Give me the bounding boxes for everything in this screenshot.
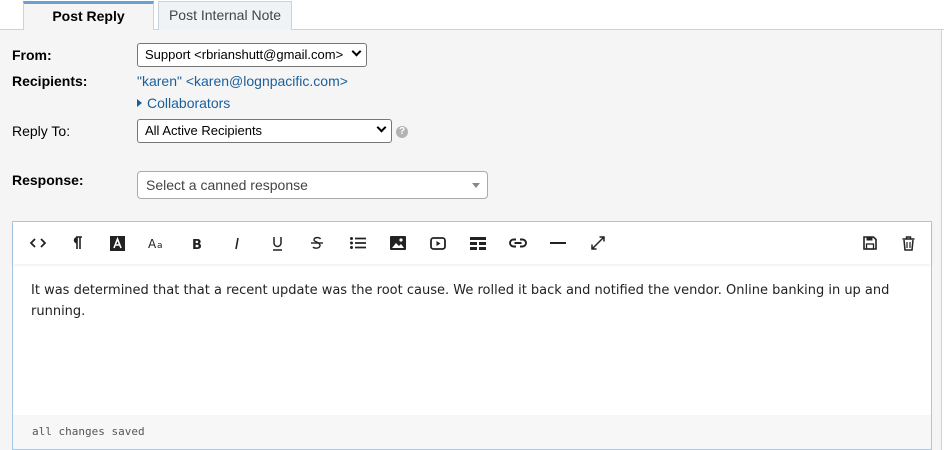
svg-text:B: B [192,238,202,250]
bulleted-list-icon[interactable] [346,232,370,254]
caret-right-icon [137,99,142,107]
text-color-icon[interactable] [105,232,129,254]
save-draft-icon[interactable] [858,232,882,254]
tab-post-internal-note[interactable]: Post Internal Note [158,1,292,31]
reply-to-label: Reply To: [12,123,71,139]
delete-draft-icon[interactable] [896,232,920,254]
recipient-link[interactable]: "karen" <karen@lognpacific.com> [137,73,348,89]
collaborators-toggle[interactable]: Collaborators [137,95,230,111]
insert-image-icon[interactable] [386,232,410,254]
bold-icon[interactable]: B [185,232,209,254]
help-icon[interactable]: ? [396,126,408,138]
paragraph-format-icon[interactable] [65,232,89,254]
rich-text-editor: Aa B It was determined that that a recen… [12,221,932,450]
insert-video-icon[interactable] [426,232,450,254]
horizontal-rule-icon[interactable] [546,232,570,254]
chevron-down-icon [351,46,362,57]
from-label: From: [12,47,52,63]
collaborators-label: Collaborators [147,95,231,111]
chevron-down-icon [376,122,387,133]
svg-text:a: a [157,241,163,249]
from-select-value: Support <rbrianshutt@gmail.com> [145,47,344,62]
italic-icon[interactable] [225,232,249,254]
canned-response-select[interactable]: Select a canned response [137,171,488,199]
svg-text:A: A [148,237,157,249]
tab-post-reply[interactable]: Post Reply [23,1,154,31]
reply-to-select-value: All Active Recipients [145,123,263,138]
code-view-icon[interactable] [26,232,50,254]
editor-body[interactable]: It was determined that that a recent upd… [31,280,911,322]
from-select[interactable]: Support <rbrianshutt@gmail.com> [137,43,367,67]
reply-to-select[interactable]: All Active Recipients [137,119,392,143]
response-label: Response: [12,172,84,188]
reply-tab-bar: Post Reply Post Internal Note [0,0,944,31]
fullscreen-icon[interactable] [586,232,610,254]
editor-toolbar: Aa B [13,222,931,264]
strikethrough-icon[interactable] [305,232,329,254]
insert-link-icon[interactable] [506,232,530,254]
underline-icon[interactable] [265,232,289,254]
font-size-icon[interactable]: Aa [145,232,169,254]
recipients-label: Recipients: [12,73,88,89]
dropdown-arrow-icon [472,183,480,188]
insert-table-icon[interactable] [466,232,490,254]
reply-panel: From: Support <rbrianshutt@gmail.com> Re… [0,30,942,450]
draft-status: all changes saved [13,415,931,449]
canned-response-placeholder: Select a canned response [146,177,308,193]
